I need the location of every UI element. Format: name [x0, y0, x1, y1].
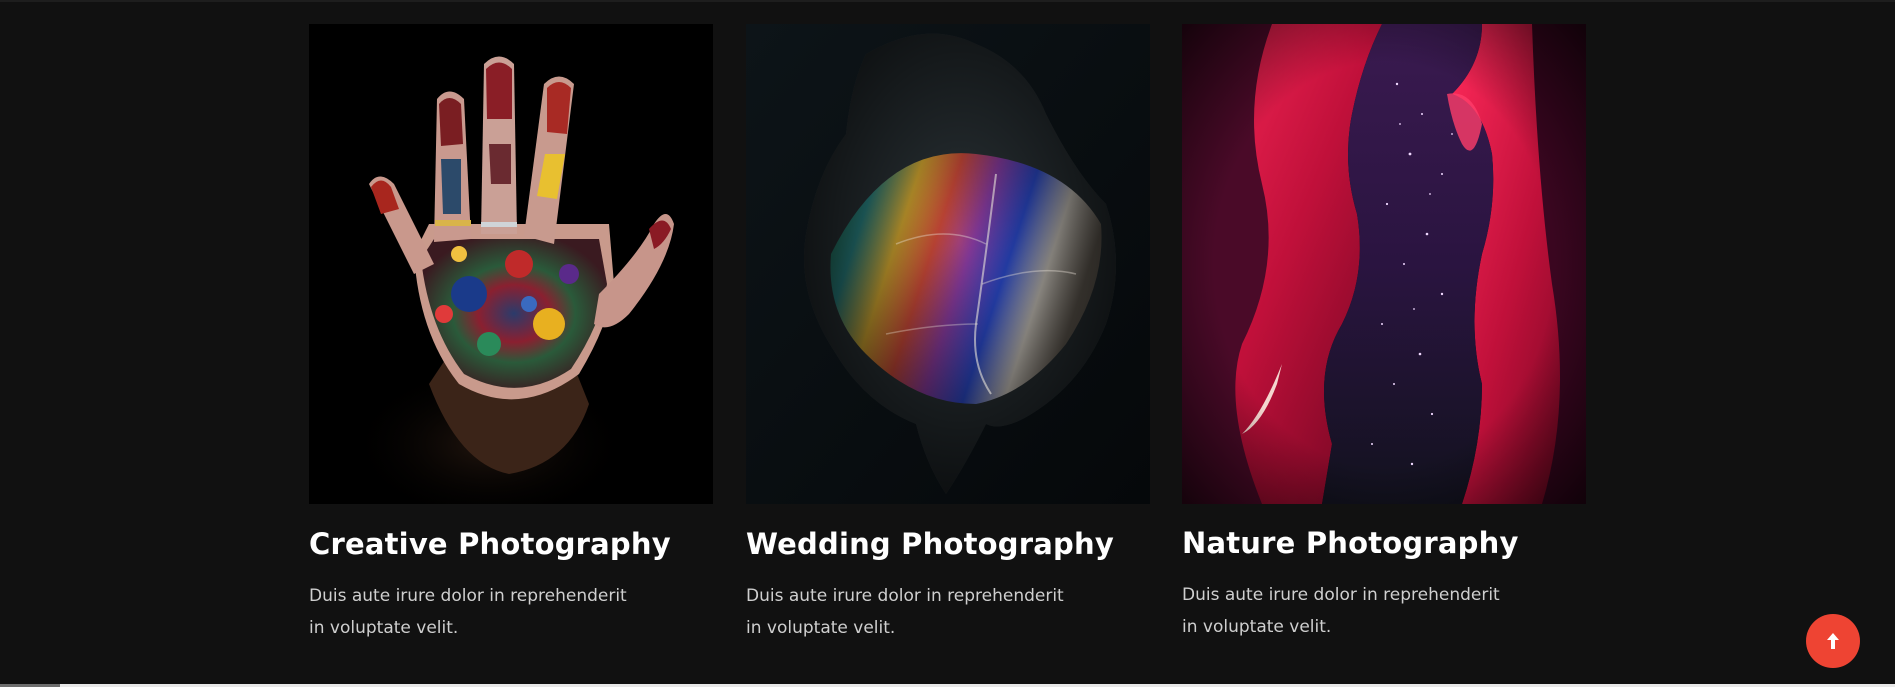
red-canyon-starry-sky-photo[interactable] — [1182, 24, 1586, 504]
service-card-creative: Creative Photography Duis aute irure dol… — [309, 24, 713, 644]
card-title[interactable]: Creative Photography — [309, 524, 713, 564]
scroll-to-top-button[interactable] — [1806, 614, 1860, 668]
card-description: Duis aute irure dolor in reprehenderit i… — [746, 586, 1064, 638]
service-card-nature: Nature Photography Duis aute irure dolor… — [1182, 24, 1586, 643]
service-card-wedding: Wedding Photography Duis aute irure dolo… — [746, 24, 1150, 644]
top-divider — [0, 0, 1895, 2]
painted-hand-photo[interactable] — [309, 24, 713, 504]
card-description: Duis aute irure dolor in reprehenderit i… — [309, 586, 627, 638]
card-description: Duis aute irure dolor in reprehenderit i… — [1182, 585, 1500, 637]
arrow-up-icon — [1827, 633, 1839, 649]
card-title[interactable]: Nature Photography — [1182, 523, 1586, 563]
card-title[interactable]: Wedding Photography — [746, 524, 1150, 564]
rainbow-leaf-photo[interactable] — [746, 24, 1150, 504]
